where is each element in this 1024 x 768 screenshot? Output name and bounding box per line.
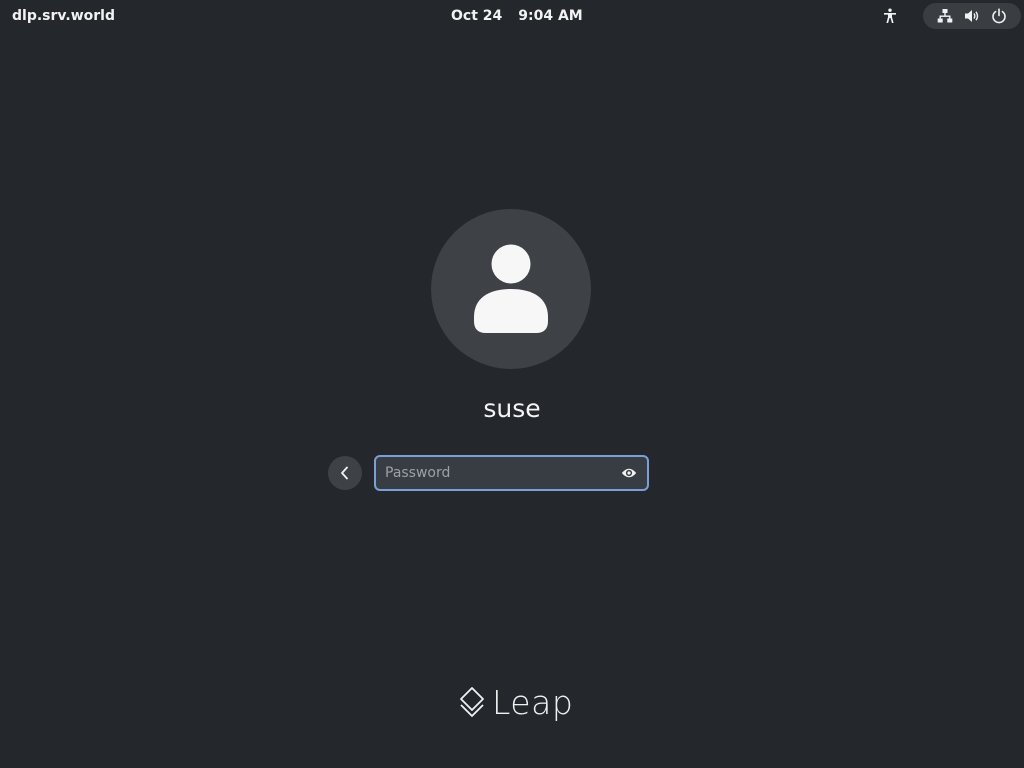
time-label: 9:04 AM bbox=[518, 8, 583, 24]
user-avatar-icon bbox=[474, 244, 548, 333]
power-icon bbox=[989, 6, 1009, 26]
chevron-left-icon bbox=[341, 466, 348, 480]
accessibility-icon bbox=[884, 8, 896, 23]
avatar bbox=[431, 209, 591, 369]
reveal-password-button[interactable] bbox=[619, 463, 639, 483]
back-button[interactable] bbox=[328, 456, 362, 490]
brand-name: Leap bbox=[492, 682, 574, 722]
leap-logo-icon bbox=[460, 687, 484, 717]
hostname-label: dlp.srv.world bbox=[12, 8, 115, 24]
volume-icon bbox=[962, 6, 982, 26]
password-input[interactable] bbox=[376, 457, 615, 489]
eye-icon bbox=[621, 468, 637, 478]
network-wired-icon bbox=[935, 6, 955, 26]
clock-button[interactable]: Oct 24 9:04 AM bbox=[451, 6, 583, 26]
accessibility-menu-button[interactable] bbox=[879, 5, 901, 27]
distribution-brand: Leap bbox=[458, 680, 573, 724]
top-bar: dlp.srv.world Oct 24 9:04 AM bbox=[0, 0, 1024, 32]
date-label: Oct 24 bbox=[451, 8, 503, 24]
system-status-menu[interactable] bbox=[923, 3, 1021, 29]
password-field[interactable] bbox=[374, 455, 649, 491]
username-label: suse bbox=[483, 394, 541, 423]
